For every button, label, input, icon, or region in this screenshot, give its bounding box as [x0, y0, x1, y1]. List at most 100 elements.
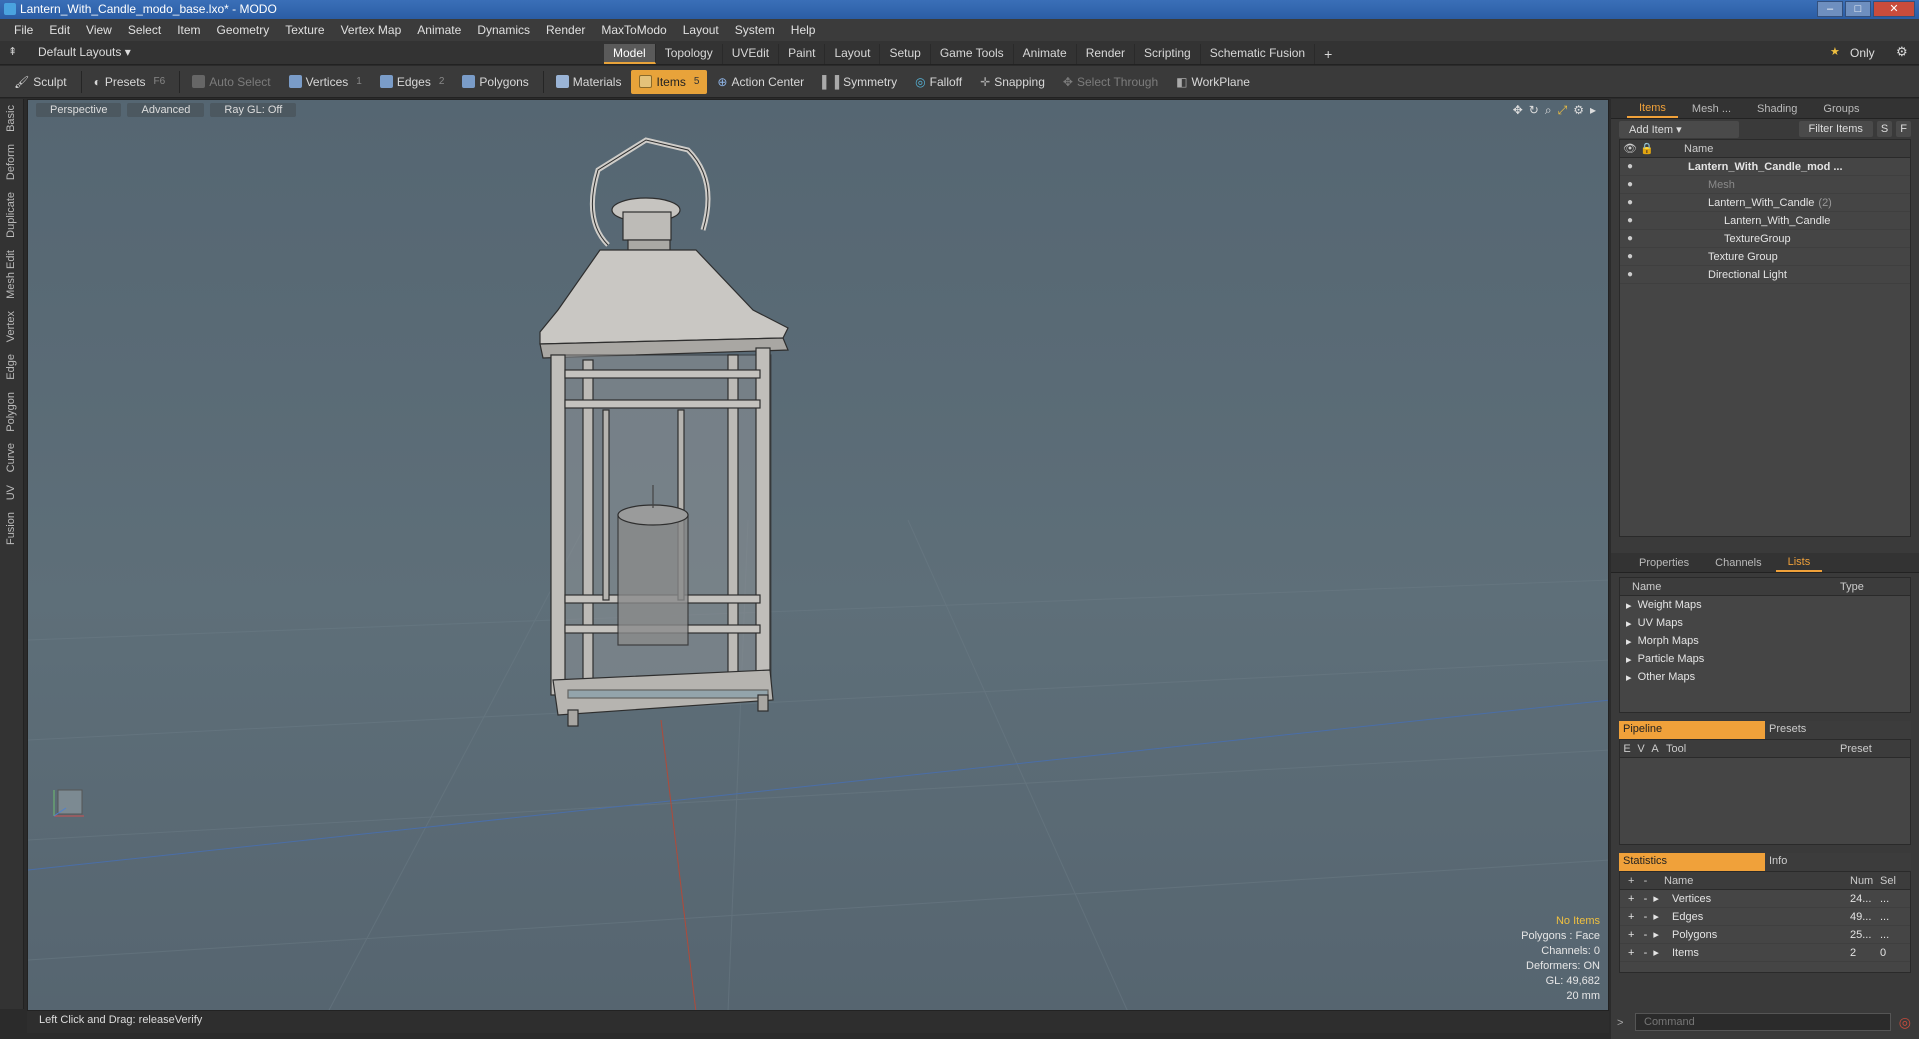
tree-row[interactable]: ● Directional Light	[1620, 266, 1910, 284]
menu-vertex-map[interactable]: Vertex Map	[333, 23, 410, 37]
tab-info[interactable]: Info	[1765, 853, 1911, 871]
tab-scripting[interactable]: Scripting	[1135, 44, 1201, 64]
add-tab-button[interactable]: +	[1315, 44, 1341, 64]
auto-select-button[interactable]: Auto Select	[184, 70, 278, 94]
menu-texture[interactable]: Texture	[277, 23, 332, 37]
tree-row[interactable]: ● Lantern_With_Candle (2)	[1620, 194, 1910, 212]
layout-toggle-icon[interactable]: ⇞	[8, 45, 17, 58]
tab-setup[interactable]: Setup	[880, 44, 931, 64]
menu-animate[interactable]: Animate	[409, 23, 469, 37]
tree-row[interactable]: ● Lantern_With_Candle_mod ...	[1620, 158, 1910, 176]
menu-file[interactable]: File	[6, 23, 41, 37]
select-through-button[interactable]: ✥ Select Through	[1055, 70, 1166, 94]
eye-icon[interactable]: ●	[1620, 161, 1640, 172]
tab-presets[interactable]: Presets	[1765, 721, 1911, 739]
symmetry-button[interactable]: ▌▐ Symmetry	[814, 70, 905, 94]
lefttab-uv[interactable]: UV	[5, 479, 17, 506]
lefttab-mesh-edit[interactable]: Mesh Edit	[5, 244, 17, 305]
menu-maxtomodo[interactable]: MaxToModo	[593, 23, 674, 37]
materials-button[interactable]: Materials	[548, 70, 630, 94]
eye-icon[interactable]: ●	[1620, 197, 1640, 208]
tab-channels[interactable]: Channels	[1703, 555, 1773, 571]
tab-game-tools[interactable]: Game Tools	[931, 44, 1014, 64]
items-button[interactable]: Items 5	[631, 69, 708, 94]
menu-help[interactable]: Help	[783, 23, 824, 37]
stats-row[interactable]: + - ▸ Items 2 0	[1620, 944, 1910, 962]
record-icon[interactable]: ◎	[1899, 1014, 1911, 1031]
tab-items[interactable]: Items	[1627, 100, 1678, 118]
lantern-model[interactable]	[539, 137, 789, 727]
f-toggle[interactable]: F	[1896, 121, 1911, 137]
list-item[interactable]: ▸ Other Maps	[1620, 668, 1910, 686]
add-item-button[interactable]: Add Item ▾	[1619, 120, 1739, 138]
menu-dynamics[interactable]: Dynamics	[469, 23, 538, 37]
lefttab-curve[interactable]: Curve	[5, 437, 17, 478]
vertices-button[interactable]: Vertices 1	[281, 70, 370, 94]
close-button[interactable]: ✕	[1873, 1, 1915, 17]
eye-icon[interactable]: ●	[1620, 251, 1640, 262]
edges-button[interactable]: Edges 2	[372, 70, 453, 94]
eye-icon[interactable]: ●	[1620, 215, 1640, 226]
menu-system[interactable]: System	[727, 23, 783, 37]
lefttab-fusion[interactable]: Fusion	[5, 506, 17, 551]
menu-view[interactable]: View	[78, 23, 120, 37]
tab-shading[interactable]: Shading	[1745, 101, 1809, 117]
menu-edit[interactable]: Edit	[41, 23, 78, 37]
stats-row[interactable]: + - ▸ Vertices 24......	[1620, 890, 1910, 908]
lefttab-edge[interactable]: Edge	[5, 348, 17, 386]
falloff-button[interactable]: ◎ Falloff	[907, 70, 970, 94]
menu-item[interactable]: Item	[169, 23, 208, 37]
lefttab-basic[interactable]: Basic	[5, 99, 17, 138]
tab-statistics[interactable]: Statistics	[1619, 853, 1765, 871]
tab-animate[interactable]: Animate	[1014, 44, 1077, 64]
snapping-button[interactable]: ✛ Snapping	[972, 70, 1053, 94]
tree-row[interactable]: ● Texture Group	[1620, 248, 1910, 266]
list-item[interactable]: ▸ Particle Maps	[1620, 650, 1910, 668]
list-item[interactable]: ▸ UV Maps	[1620, 614, 1910, 632]
tab-layout[interactable]: Layout	[825, 44, 881, 64]
s-toggle[interactable]: S	[1876, 121, 1893, 137]
only-toggle[interactable]: Only	[1850, 46, 1875, 60]
tab-properties[interactable]: Properties	[1627, 555, 1701, 571]
lefttab-vertex[interactable]: Vertex	[5, 305, 17, 348]
stats-row[interactable]: + - ▸ Edges 49......	[1620, 908, 1910, 926]
action-center-button[interactable]: ⊕ Action Center	[709, 70, 812, 94]
lefttab-duplicate[interactable]: Duplicate	[5, 186, 17, 244]
tab-groups[interactable]: Groups	[1811, 101, 1871, 117]
maximize-button[interactable]: □	[1845, 1, 1871, 17]
menu-layout[interactable]: Layout	[675, 23, 727, 37]
workplane-button[interactable]: ◧ WorkPlane	[1168, 70, 1258, 94]
menu-geometry[interactable]: Geometry	[209, 23, 278, 37]
tab-topology[interactable]: Topology	[656, 44, 723, 64]
tab-uvedit[interactable]: UVEdit	[723, 44, 780, 64]
presets-button[interactable]: ◐ Presets F6	[86, 70, 174, 94]
lefttab-polygon[interactable]: Polygon	[5, 386, 17, 438]
3d-viewport[interactable]: Perspective Advanced Ray GL: Off ✥ ↻ ⌕ ⤢…	[27, 99, 1609, 1011]
polygons-button[interactable]: Polygons	[454, 70, 536, 94]
lefttab-deform[interactable]: Deform	[5, 138, 17, 186]
list-item[interactable]: ▸ Morph Maps	[1620, 632, 1910, 650]
sculpt-button[interactable]: 🖌 Sculpt	[6, 70, 75, 94]
layout-selector[interactable]: Default Layouts ▾	[38, 45, 131, 59]
tree-row[interactable]: ● TextureGroup	[1620, 230, 1910, 248]
tree-row[interactable]: ● Mesh	[1620, 176, 1910, 194]
eye-icon[interactable]: ●	[1620, 233, 1640, 244]
eye-icon[interactable]: ●	[1620, 269, 1640, 280]
filter-items-button[interactable]: Filter Items	[1798, 121, 1873, 137]
tab-render[interactable]: Render	[1077, 44, 1136, 64]
tab-paint[interactable]: Paint	[779, 44, 826, 64]
command-input[interactable]	[1635, 1013, 1891, 1031]
tab-schematic-fusion[interactable]: Schematic Fusion	[1201, 44, 1316, 64]
stats-row[interactable]: + - ▸ Polygons 25......	[1620, 926, 1910, 944]
tab-lists[interactable]: Lists	[1775, 554, 1823, 572]
tab-mesh[interactable]: Mesh ...	[1680, 101, 1743, 117]
minimize-button[interactable]: –	[1817, 1, 1843, 17]
tab-model[interactable]: Model	[604, 44, 656, 64]
eye-icon[interactable]: ●	[1620, 179, 1640, 190]
gear-icon[interactable]: ⚙	[1896, 44, 1908, 60]
list-item[interactable]: ▸ Weight Maps	[1620, 596, 1910, 614]
tree-row[interactable]: ● Lantern_With_Candle	[1620, 212, 1910, 230]
menu-select[interactable]: Select	[120, 23, 169, 37]
tab-pipeline[interactable]: Pipeline	[1619, 721, 1765, 739]
menu-render[interactable]: Render	[538, 23, 593, 37]
